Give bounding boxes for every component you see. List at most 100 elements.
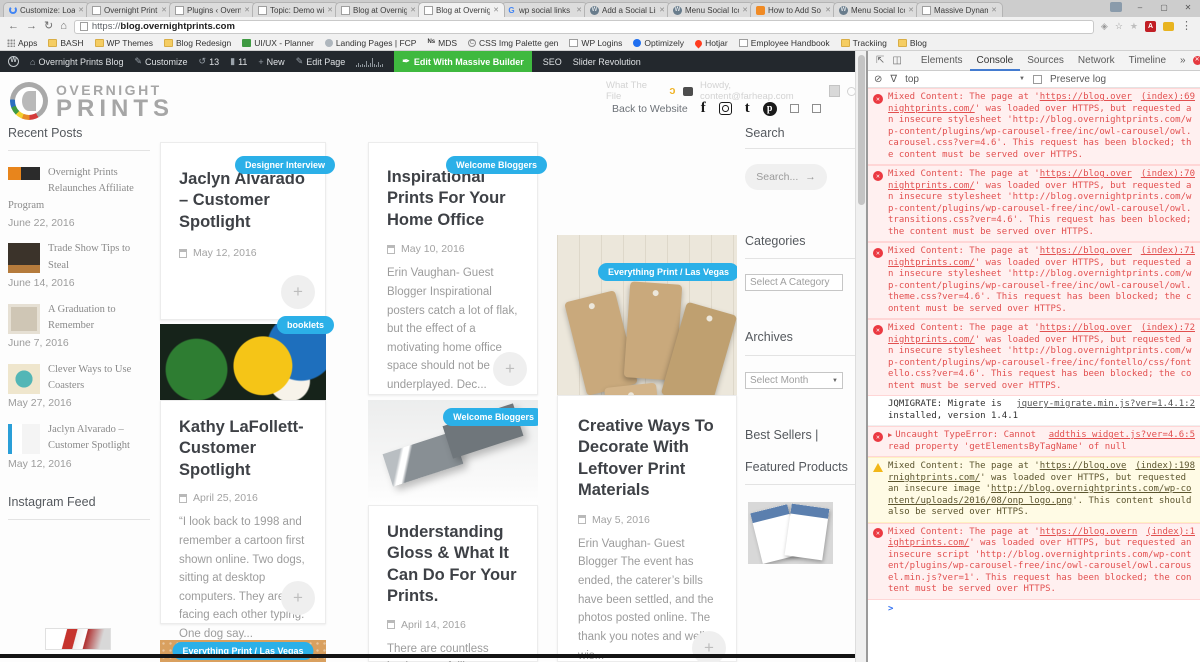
bookmark-item[interactable]: WP Logins bbox=[569, 38, 622, 48]
pinterest-icon[interactable]: p bbox=[763, 102, 777, 116]
refresh-icon[interactable]: ↻ bbox=[44, 21, 53, 32]
shield-icon[interactable]: ◈ bbox=[1101, 21, 1108, 32]
square-icon[interactable] bbox=[812, 104, 821, 113]
tab-close-icon[interactable]: ✕ bbox=[659, 6, 665, 14]
browser-tab[interactable]: WAdd a Social Lin✕ bbox=[584, 2, 671, 17]
bookmark-item[interactable]: UI/UX - Planner bbox=[242, 38, 314, 48]
site-name-menu[interactable]: ⌂Overnight Prints Blog bbox=[30, 57, 123, 67]
post-card-kathy[interactable]: Kathy LaFollett- Customer Spotlight Apri… bbox=[160, 400, 326, 624]
tab-close-icon[interactable]: ✕ bbox=[742, 6, 748, 14]
home-icon[interactable]: ⌂ bbox=[60, 21, 67, 32]
comment-bubble-icon[interactable] bbox=[683, 87, 694, 96]
bookmark-item[interactable]: Trackiing bbox=[841, 38, 887, 48]
extension-icon[interactable] bbox=[1163, 22, 1174, 31]
wp-logo-icon[interactable]: W bbox=[8, 56, 19, 67]
edit-page-menu[interactable]: ✎Edit Page bbox=[296, 56, 346, 67]
console-source-link[interactable]: (index):70 bbox=[1141, 169, 1195, 181]
post-thumbnail-parrot[interactable]: booklets bbox=[160, 324, 326, 400]
console-source-link[interactable]: (index):72 bbox=[1141, 323, 1195, 335]
menu-icon[interactable]: ⋮ bbox=[1181, 21, 1192, 32]
browser-tab[interactable]: Overnight Print✕ bbox=[86, 2, 173, 17]
address-bar[interactable]: https://blog.overnightprints.com bbox=[74, 20, 1094, 34]
bookmark-item[interactable]: Landing Pages | FCP bbox=[325, 38, 417, 48]
console-source-link[interactable]: (index):69 bbox=[1141, 92, 1195, 104]
close-button[interactable]: ✕ bbox=[1176, 3, 1200, 12]
post-card-inspirational[interactable]: Welcome Bloggers Inspirational Prints Fo… bbox=[368, 142, 538, 395]
recent-post-title[interactable]: Trade Show Tips to Steal bbox=[48, 243, 130, 270]
recent-post-item[interactable]: A Graduation to RememberJune 7, 2016 bbox=[8, 302, 150, 351]
devtools-tab-console[interactable]: Console bbox=[970, 51, 1021, 71]
profile-avatar-icon[interactable] bbox=[1104, 2, 1128, 14]
recent-post-title[interactable]: Jaclyn Alvarado – Customer Spotlight bbox=[48, 424, 130, 451]
post-thumbnail-business-cards[interactable]: Welcome Bloggers bbox=[368, 400, 538, 505]
bookmark-item[interactable]: BASH bbox=[48, 38, 83, 48]
category-badge[interactable]: Designer Interview bbox=[235, 156, 335, 174]
bookmark-item[interactable]: CCSS Img Palette gen bbox=[468, 38, 558, 48]
bookmark-item[interactable]: NsMDS bbox=[427, 38, 457, 48]
updates-menu[interactable]: ↺13 bbox=[199, 56, 220, 67]
comments-menu[interactable]: ▮11 bbox=[230, 56, 247, 67]
inspect-element-icon[interactable]: ⇱ bbox=[876, 55, 884, 66]
device-toolbar-icon[interactable]: ◫ bbox=[892, 55, 901, 66]
instagram-icon[interactable] bbox=[719, 102, 732, 115]
category-badge[interactable]: booklets bbox=[277, 316, 334, 334]
bookmark-item[interactable]: Employee Handbook bbox=[739, 38, 830, 48]
devtools-tab-network[interactable]: Network bbox=[1071, 51, 1122, 71]
category-badge[interactable]: Welcome Bloggers bbox=[443, 408, 538, 426]
best-sellers-heading[interactable]: Best Sellers | bbox=[745, 428, 855, 442]
tab-close-icon[interactable]: ✕ bbox=[493, 6, 499, 14]
devtools-tab-elements[interactable]: Elements bbox=[914, 51, 970, 71]
chevron-down-icon[interactable]: ▼ bbox=[1019, 76, 1025, 82]
extension-star-icon[interactable]: ★ bbox=[1130, 21, 1138, 32]
browser-tab[interactable]: Customize: Loa✕ bbox=[3, 2, 90, 17]
search-submit-arrow-icon[interactable]: → bbox=[805, 171, 816, 183]
console-source-link[interactable]: (index):71 bbox=[1141, 246, 1195, 258]
post-title[interactable]: Understanding Gloss & What It Can Do For… bbox=[369, 506, 537, 608]
console-source-link[interactable]: jquery-migrate.min.js?ver=1.4.1:2 bbox=[1016, 399, 1195, 411]
scrollbar-thumb[interactable] bbox=[858, 55, 865, 205]
instagram-feed-thumbnail[interactable] bbox=[45, 628, 111, 650]
read-more-button[interactable]: + bbox=[493, 352, 527, 386]
customize-menu[interactable]: ✎Customize bbox=[134, 56, 187, 67]
slider-revolution-menu[interactable]: Slider Revolution bbox=[573, 57, 641, 67]
browser-tab[interactable]: Massive Dynam✕ bbox=[916, 2, 1003, 17]
browser-tab[interactable]: Topic: Demo wi✕ bbox=[252, 2, 339, 17]
browser-tab[interactable]: Blog at Overnig✕ bbox=[335, 2, 422, 17]
preserve-log-checkbox[interactable] bbox=[1033, 75, 1042, 84]
expand-arrow-icon[interactable]: ▶ bbox=[888, 431, 892, 439]
back-icon[interactable]: ← bbox=[8, 21, 19, 32]
forward-icon[interactable]: → bbox=[26, 21, 37, 32]
post-card-gloss[interactable]: Understanding Gloss & What It Can Do For… bbox=[368, 505, 538, 662]
browser-tab[interactable]: Gwp social links✕ bbox=[501, 2, 588, 17]
stats-sparkline-icon[interactable] bbox=[356, 57, 383, 67]
clear-console-icon[interactable]: ⊘ bbox=[874, 74, 882, 85]
seo-menu[interactable]: SEO bbox=[543, 57, 562, 67]
console-source-link[interactable]: (index):198 bbox=[1135, 461, 1195, 473]
browser-tab[interactable]: Plugins ‹ Overn✕ bbox=[169, 2, 256, 17]
recent-post-title[interactable]: Clever Ways to Use Coasters bbox=[48, 364, 131, 391]
bookmark-star-icon[interactable]: ☆ bbox=[1115, 21, 1123, 32]
post-card-jaclyn[interactable]: Designer Interview Jaclyn Alvarado – Cus… bbox=[160, 142, 326, 320]
recent-post-item[interactable]: Clever Ways to Use CoastersMay 27, 2016 bbox=[8, 362, 150, 411]
bookmark-item[interactable]: Hotjar bbox=[695, 38, 728, 48]
more-tabs-icon[interactable]: » bbox=[1173, 51, 1193, 71]
read-more-button[interactable]: + bbox=[281, 275, 315, 309]
post-card-creative[interactable]: Creative Ways To Decorate With Leftover … bbox=[557, 395, 737, 662]
featured-product-image[interactable] bbox=[748, 502, 833, 564]
tab-close-icon[interactable]: ✕ bbox=[327, 6, 333, 14]
month-select[interactable]: Select Month▼ bbox=[745, 372, 843, 389]
howdy-account-menu[interactable]: Howdy, content@farheap.com bbox=[700, 80, 822, 102]
tab-close-icon[interactable]: ✕ bbox=[991, 6, 997, 14]
post-title[interactable]: Creative Ways To Decorate With Leftover … bbox=[558, 396, 736, 502]
bookmark-item[interactable]: WP Themes bbox=[95, 38, 153, 48]
maximize-button[interactable]: ▢ bbox=[1152, 3, 1176, 12]
tab-close-icon[interactable]: ✕ bbox=[908, 6, 914, 14]
page-scrollbar[interactable] bbox=[855, 51, 866, 662]
console-source-link[interactable]: addthis_widget.js?ver=4.6:5 bbox=[1049, 430, 1195, 442]
pdf-extension-icon[interactable]: A bbox=[1145, 21, 1156, 32]
recent-post-title[interactable]: A Graduation to Remember bbox=[48, 304, 116, 331]
featured-products-heading[interactable]: Featured Products bbox=[745, 460, 855, 474]
search-icon[interactable] bbox=[847, 87, 855, 96]
category-badge[interactable]: Everything Print / Las Vegas bbox=[598, 263, 737, 281]
category-select[interactable]: Select A Category bbox=[745, 274, 843, 291]
